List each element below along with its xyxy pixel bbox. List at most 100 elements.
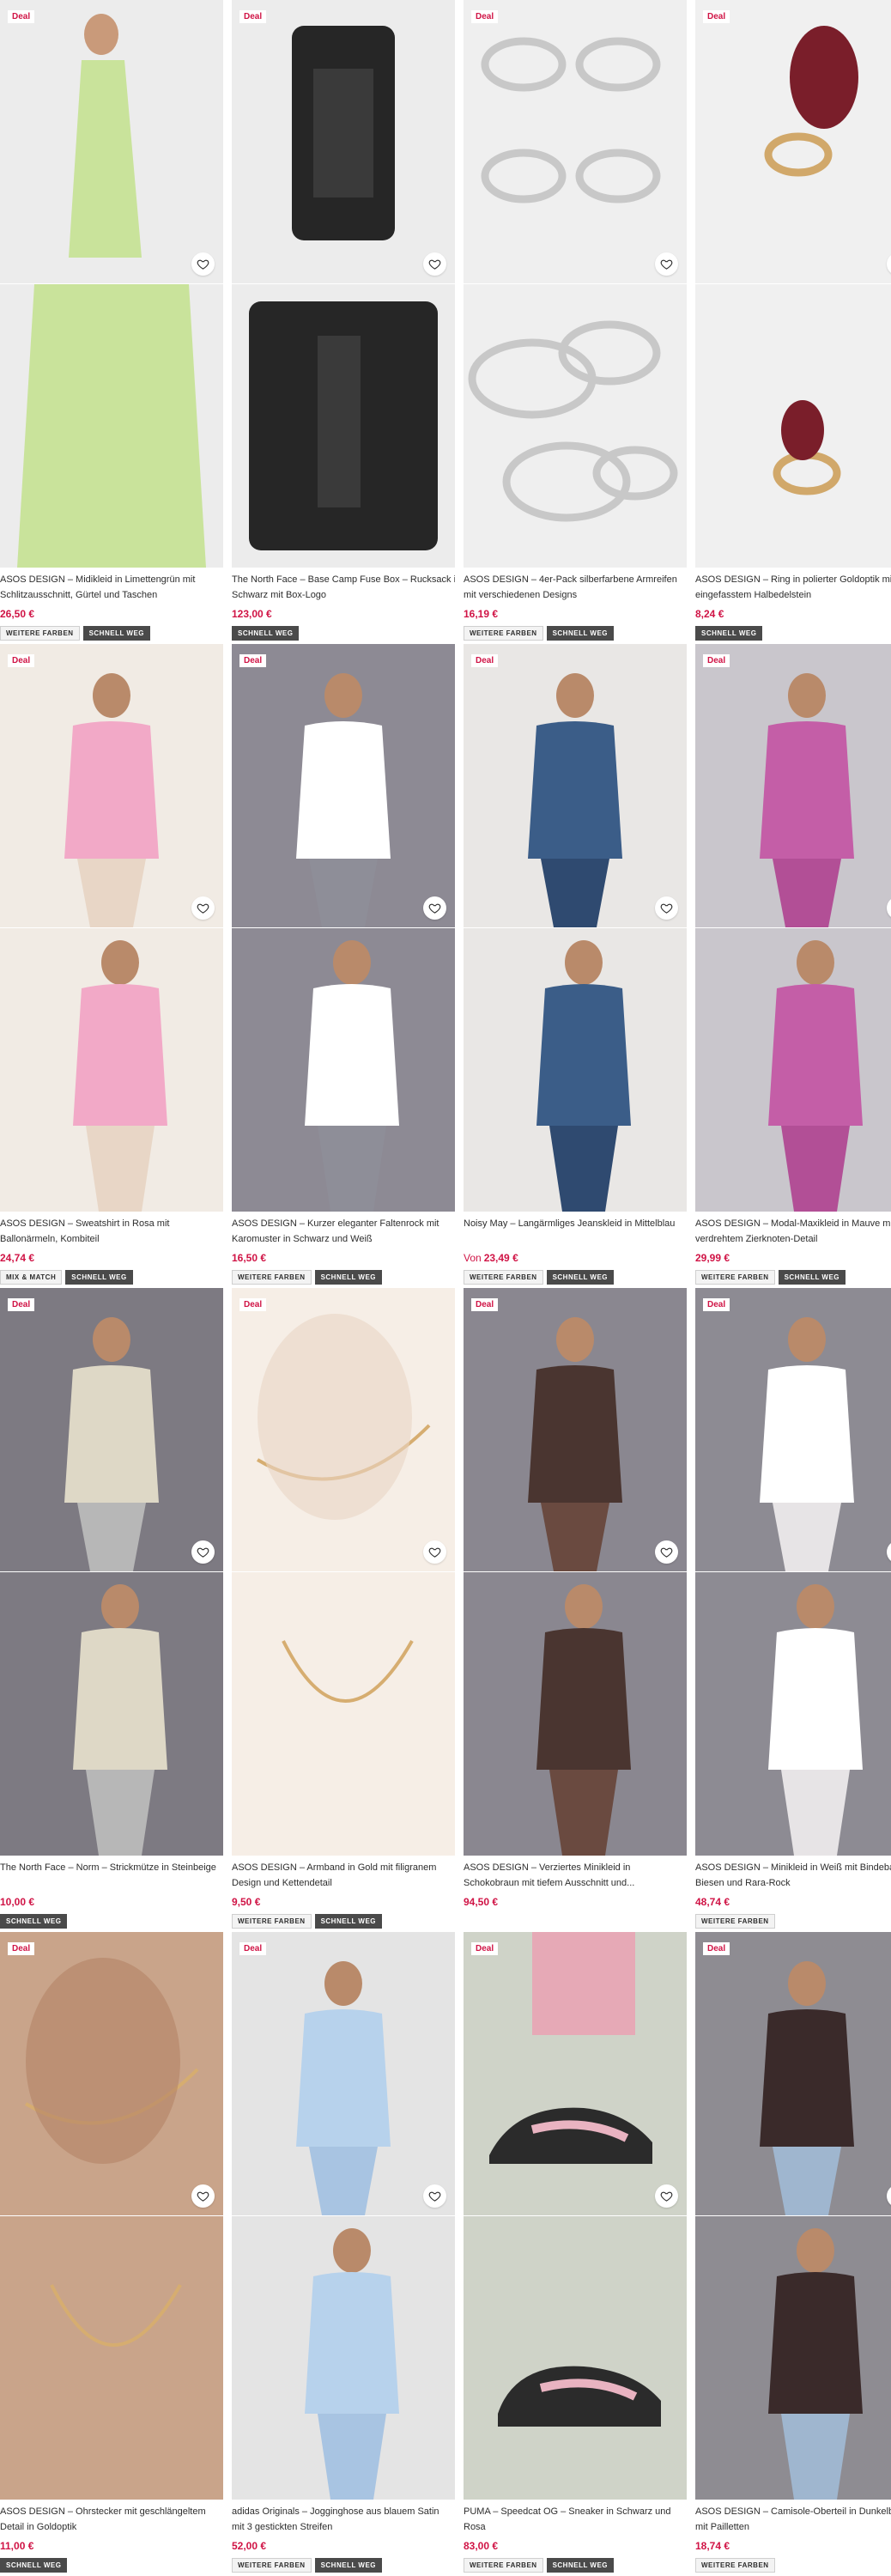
product-card[interactable]: Deal ASOS DESIGN – Armband in Gold mit f… xyxy=(232,1288,455,1932)
product-photo xyxy=(464,1288,687,1571)
product-title[interactable]: ASOS DESIGN – 4er-Pack silberfarbene Arm… xyxy=(464,572,687,603)
product-image-secondary[interactable] xyxy=(232,2216,455,2500)
product-image-secondary[interactable] xyxy=(464,1572,687,1856)
selling-fast-badge: SCHNELL WEG xyxy=(314,2558,383,2573)
product-image-primary[interactable]: Deal xyxy=(695,0,891,283)
product-image-primary[interactable]: Deal xyxy=(0,1288,223,1571)
model-head xyxy=(324,673,362,718)
product-card[interactable]: Deal ASOS DESIGN – Verziertes Minikleid … xyxy=(464,1288,687,1932)
product-title[interactable]: ASOS DESIGN – Armband in Gold mit filigr… xyxy=(232,1860,455,1891)
save-for-later-button[interactable] xyxy=(191,896,215,920)
product-card[interactable]: Deal ASOS DESIGN – Midikleid in Limetten… xyxy=(0,0,223,644)
product-title[interactable]: ASOS DESIGN – Camisole-Oberteil in Dunke… xyxy=(695,2504,891,2535)
heart-outline-icon xyxy=(428,1547,441,1558)
product-image-secondary[interactable] xyxy=(232,1572,455,1856)
save-for-later-button[interactable] xyxy=(423,252,446,276)
product-title-line: ASOS DESIGN – Minikleid in Weiß mit Bind… xyxy=(695,1862,891,1873)
product-info[interactable]: ASOS DESIGN – Minikleid in Weiß mit Bind… xyxy=(695,1860,891,1929)
product-card[interactable]: Deal ASOS DESIGN – Ohrstecker mit geschl… xyxy=(0,1932,223,2576)
product-info[interactable]: ASOS DESIGN – Armband in Gold mit filigr… xyxy=(232,1860,455,1929)
product-image-secondary[interactable] xyxy=(0,284,223,568)
product-card[interactable]: Deal ASOS DESIGN – Camisole-Oberteil in … xyxy=(695,1932,891,2576)
product-info[interactable]: ASOS DESIGN – Verziertes Minikleid in Sc… xyxy=(464,1860,687,1914)
product-info[interactable]: adidas Originals – Jogginghose aus blaue… xyxy=(232,2504,455,2573)
product-title[interactable]: ASOS DESIGN – Kurzer eleganter Faltenroc… xyxy=(232,1216,455,1247)
product-info[interactable]: The North Face – Base Camp Fuse Box – Ru… xyxy=(232,572,455,641)
product-image-primary[interactable]: Deal xyxy=(464,1288,687,1571)
save-for-later-button[interactable] xyxy=(655,1540,678,1564)
product-tags: WEITERE FARBEN SCHNELL WEG xyxy=(464,1270,687,1285)
product-image-primary[interactable]: Deal xyxy=(464,644,687,927)
product-image-primary[interactable]: Deal xyxy=(464,0,687,283)
product-title[interactable]: ASOS DESIGN – Modal-Maxikleid in Mauve m… xyxy=(695,1216,891,1247)
product-title[interactable]: ASOS DESIGN – Verziertes Minikleid in Sc… xyxy=(464,1860,687,1891)
product-title[interactable]: The North Face – Norm – Strickmütze in S… xyxy=(0,1860,223,1891)
product-title[interactable]: ASOS DESIGN – Minikleid in Weiß mit Bind… xyxy=(695,1860,891,1891)
product-image-secondary[interactable] xyxy=(695,1572,891,1856)
product-image-primary[interactable]: Deal xyxy=(232,644,455,927)
save-for-later-button[interactable] xyxy=(191,1540,215,1564)
product-info[interactable]: Noisy May – Langärmliges Jeanskleid in M… xyxy=(464,1216,687,1285)
product-title[interactable]: PUMA – Speedcat OG – Sneaker in Schwarz … xyxy=(464,2504,687,2535)
product-image-primary[interactable]: Deal xyxy=(232,1932,455,2215)
product-card[interactable]: Deal ASOS DESIGN – Minikleid in Weiß mit… xyxy=(695,1288,891,1932)
product-image-primary[interactable]: Deal xyxy=(0,0,223,283)
save-for-later-button[interactable] xyxy=(655,896,678,920)
product-image-secondary[interactable] xyxy=(0,1572,223,1856)
product-info[interactable]: ASOS DESIGN – Camisole-Oberteil in Dunke… xyxy=(695,2504,891,2573)
product-card[interactable]: Deal ASOS DESIGN – Kurzer eleganter Falt… xyxy=(232,644,455,1288)
product-image-primary[interactable]: Deal xyxy=(695,644,891,927)
product-info[interactable]: ASOS DESIGN – Midikleid in Limettengrün … xyxy=(0,572,223,641)
save-for-later-button[interactable] xyxy=(655,252,678,276)
product-info[interactable]: ASOS DESIGN – Modal-Maxikleid in Mauve m… xyxy=(695,1216,891,1285)
product-info[interactable]: PUMA – Speedcat OG – Sneaker in Schwarz … xyxy=(464,2504,687,2573)
product-title[interactable]: ASOS DESIGN – Sweatshirt in Rosa mit Bal… xyxy=(0,1216,223,1247)
product-image-secondary[interactable] xyxy=(464,284,687,568)
product-card[interactable]: Deal The North Face – Base Camp Fuse Box… xyxy=(232,0,455,644)
product-image-secondary[interactable] xyxy=(695,928,891,1212)
product-image-secondary[interactable] xyxy=(232,928,455,1212)
product-image-secondary[interactable] xyxy=(232,284,455,568)
product-title[interactable]: Noisy May – Langärmliges Jeanskleid in M… xyxy=(464,1216,687,1247)
product-card[interactable]: Deal ASOS DESIGN – 4er-Pack silberfarben… xyxy=(464,0,687,644)
product-image-secondary[interactable] xyxy=(0,2216,223,2500)
product-info[interactable]: The North Face – Norm – Strickmütze in S… xyxy=(0,1860,223,1929)
product-tags: WEITERE FARBEN SCHNELL WEG xyxy=(232,1914,455,1929)
product-info[interactable]: ASOS DESIGN – 4er-Pack silberfarbene Arm… xyxy=(464,572,687,641)
product-image-primary[interactable]: Deal xyxy=(232,1288,455,1571)
product-image-secondary[interactable] xyxy=(695,284,891,568)
product-info[interactable]: ASOS DESIGN – Sweatshirt in Rosa mit Bal… xyxy=(0,1216,223,1285)
save-for-later-button[interactable] xyxy=(423,1540,446,1564)
product-info[interactable]: ASOS DESIGN – Ring in polierter Goldopti… xyxy=(695,572,891,641)
product-title[interactable]: ASOS DESIGN – Ring in polierter Goldopti… xyxy=(695,572,891,603)
product-image-primary[interactable]: Deal xyxy=(0,1932,223,2215)
save-for-later-button[interactable] xyxy=(191,2184,215,2208)
product-card[interactable]: Deal PUMA – Speedcat OG – Sneaker in Sch… xyxy=(464,1932,687,2576)
product-info[interactable]: ASOS DESIGN – Kurzer eleganter Faltenroc… xyxy=(232,1216,455,1285)
product-image-secondary[interactable] xyxy=(0,928,223,1212)
save-for-later-button[interactable] xyxy=(191,252,215,276)
product-image-primary[interactable]: Deal xyxy=(464,1932,687,2215)
product-card[interactable]: Deal adidas Originals – Jogginghose aus … xyxy=(232,1932,455,2576)
product-image-primary[interactable]: Deal xyxy=(0,644,223,927)
save-for-later-button[interactable] xyxy=(423,2184,446,2208)
product-card[interactable]: Deal ASOS DESIGN – Modal-Maxikleid in Ma… xyxy=(695,644,891,1288)
product-image-secondary[interactable] xyxy=(695,2216,891,2500)
product-title[interactable]: ASOS DESIGN – Midikleid in Limettengrün … xyxy=(0,572,223,603)
product-card[interactable]: Deal The North Face – Norm – Strickmütze… xyxy=(0,1288,223,1932)
save-for-later-button[interactable] xyxy=(423,896,446,920)
product-title[interactable]: adidas Originals – Jogginghose aus blaue… xyxy=(232,2504,455,2535)
product-card[interactable]: Deal Noisy May – Langärmliges Jeanskleid… xyxy=(464,644,687,1288)
save-for-later-button[interactable] xyxy=(655,2184,678,2208)
product-image-secondary[interactable] xyxy=(464,928,687,1212)
product-title[interactable]: ASOS DESIGN – Ohrstecker mit geschlängel… xyxy=(0,2504,223,2535)
product-card[interactable]: Deal ASOS DESIGN – Ring in polierter Gol… xyxy=(695,0,891,644)
product-image-primary[interactable]: Deal xyxy=(695,1932,891,2215)
product-title-line: The North Face – Base Camp Fuse Box – Ru… xyxy=(232,574,455,585)
product-info[interactable]: ASOS DESIGN – Ohrstecker mit geschlängel… xyxy=(0,2504,223,2573)
product-image-secondary[interactable] xyxy=(464,2216,687,2500)
product-title[interactable]: The North Face – Base Camp Fuse Box – Ru… xyxy=(232,572,455,603)
product-card[interactable]: Deal ASOS DESIGN – Sweatshirt in Rosa mi… xyxy=(0,644,223,1288)
product-image-primary[interactable]: Deal xyxy=(232,0,455,283)
product-image-primary[interactable]: Deal xyxy=(695,1288,891,1571)
